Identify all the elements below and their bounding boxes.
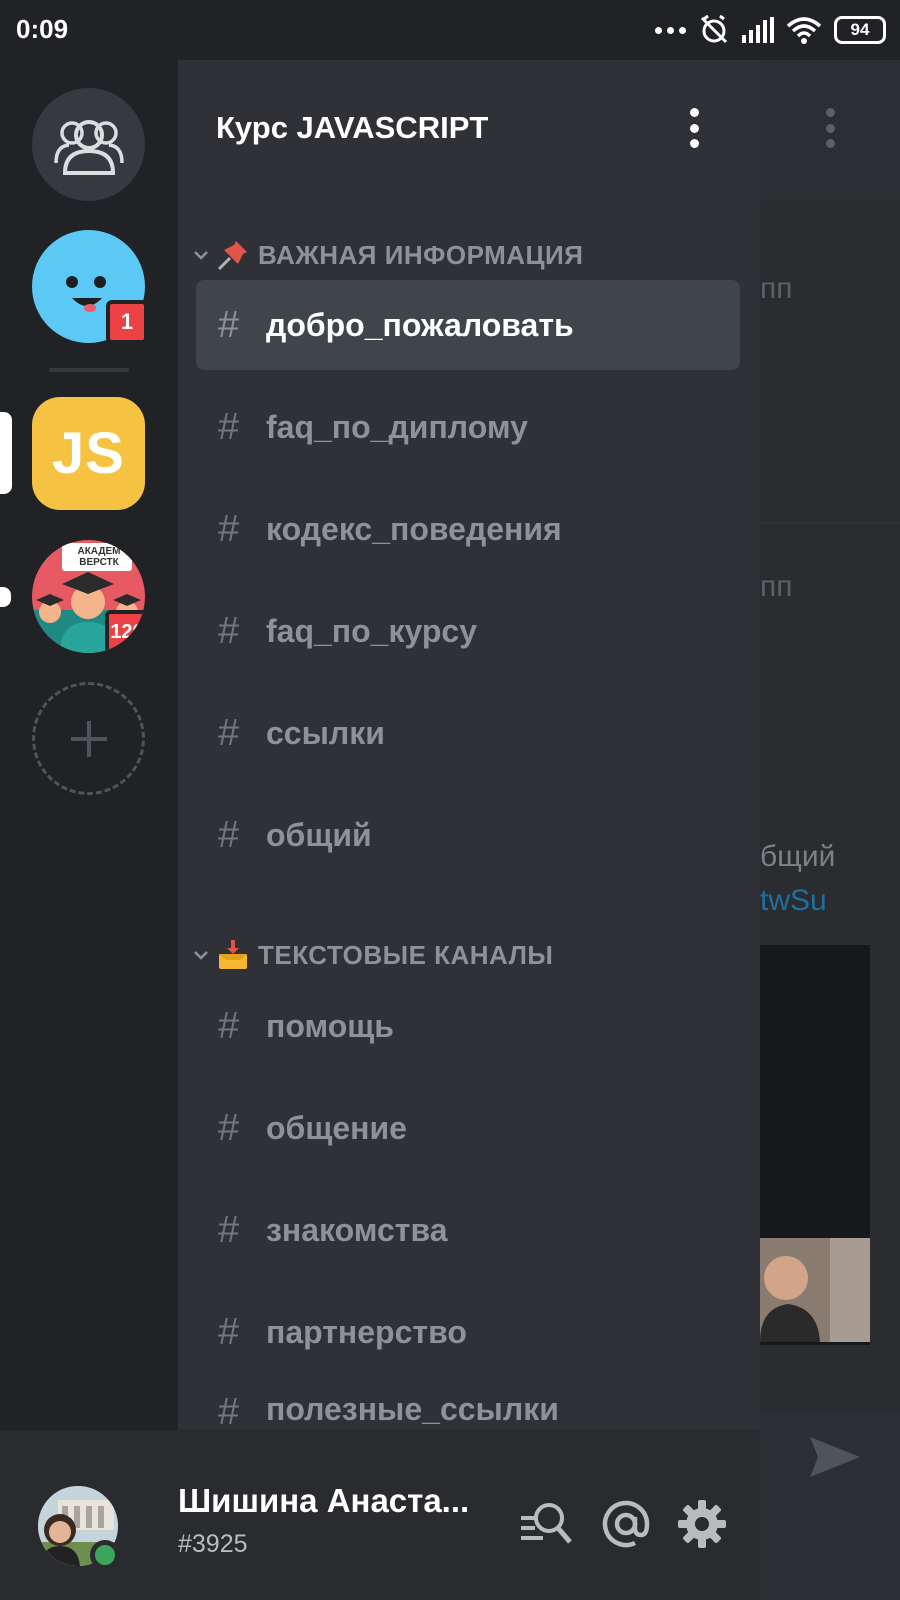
chat-fragment: пп — [760, 570, 793, 603]
channel-item[interactable]: # faq_по_курсу — [196, 586, 740, 676]
channel-name: партнерство — [266, 1313, 467, 1350]
channel-name: общение — [266, 1109, 407, 1146]
server-rail: 1 JS АКАДЕМ ВЕРСТК 120 — [0, 60, 178, 1460]
channel-item[interactable]: # общение — [196, 1083, 740, 1173]
search-icon — [521, 1503, 572, 1544]
rail-separator — [49, 368, 129, 372]
channel-name: faq_по_диплому — [266, 408, 528, 445]
hash-icon: # — [218, 1310, 240, 1353]
guild-menu-icon[interactable] — [684, 108, 704, 148]
selected-server-indicator — [0, 412, 12, 494]
battery-indicator: 94 — [834, 16, 886, 44]
server-js-course[interactable]: JS — [32, 397, 145, 510]
search-button[interactable] — [518, 1496, 574, 1552]
direct-messages-button[interactable] — [32, 88, 145, 201]
at-sign-icon — [602, 1500, 650, 1548]
academy-caption: АКАДЕМ ВЕРСТК — [77, 546, 121, 568]
hash-icon: # — [218, 303, 240, 346]
channel-item[interactable]: # добро_пожаловать — [196, 280, 740, 370]
user-name: Шишина Анаста... — [178, 1482, 470, 1519]
server-academy[interactable]: АКАДЕМ ВЕРСТК 120 — [32, 540, 145, 653]
hash-icon: # — [218, 507, 240, 550]
status-time: 0:09 — [16, 14, 69, 44]
status-bar: 0:09 94 — [0, 0, 900, 60]
channel-name: знакомства — [266, 1211, 448, 1248]
server-bot[interactable]: 1 — [32, 230, 148, 344]
channel-item[interactable]: # общий — [196, 790, 740, 880]
chevron-down-icon — [194, 251, 208, 260]
user-panel: Шишина Анаста... #3925 — [0, 1430, 760, 1600]
chat-webcam-photo[interactable] — [760, 1238, 870, 1342]
channel-name: добро_пожаловать — [266, 306, 574, 343]
send-icon[interactable] — [808, 1435, 862, 1479]
chat-menu-icon[interactable] — [820, 108, 840, 148]
hash-icon: # — [218, 609, 240, 652]
online-status-indicator — [90, 1540, 120, 1570]
chat-link-fragment[interactable]: twSu — [760, 884, 827, 918]
pushpin-icon — [217, 241, 247, 271]
hash-icon: # — [218, 405, 240, 448]
channel-drawer: Курс JAVASCRIPT ВАЖНАЯ ИНФОРМАЦИЯ # добр… — [178, 0, 760, 1433]
channel-name: faq_по_курсу — [266, 612, 477, 649]
channel-item[interactable]: # кодекс_поведения — [196, 484, 740, 574]
gear-icon — [678, 1500, 726, 1548]
chat-header — [760, 60, 900, 200]
category-text-channels[interactable]: ТЕКСТОВЫЕ КАНАЛЫ — [190, 935, 553, 975]
channel-name: ссылки — [266, 714, 385, 751]
channel-name: полезные_ссылки — [266, 1391, 559, 1427]
unread-count-badge: 120 — [105, 610, 145, 653]
category-important-info[interactable]: ВАЖНАЯ ИНФОРМАЦИЯ — [190, 235, 583, 275]
channel-item[interactable]: # партнерство — [196, 1287, 740, 1377]
hash-icon: # — [218, 1106, 240, 1149]
channel-item[interactable]: # faq_по_диплому — [196, 382, 740, 472]
chevron-down-icon — [194, 951, 208, 960]
status-icons: 94 — [655, 14, 886, 46]
add-server-button[interactable] — [32, 682, 145, 795]
category-label: ТЕКСТОВЫЕ КАНАЛЫ — [258, 939, 554, 970]
guild-title[interactable]: Курс JAVASCRIPT — [216, 110, 488, 146]
channel-name: помощь — [266, 1007, 394, 1044]
hash-icon: # — [218, 1391, 240, 1433]
channel-item[interactable]: # помощь — [196, 981, 740, 1071]
friends-icon — [53, 119, 124, 175]
signal-icon — [742, 17, 774, 43]
hash-icon: # — [218, 813, 240, 856]
chat-divider — [760, 522, 900, 524]
server-js-label: JS — [52, 421, 125, 486]
channel-item[interactable]: # ссылки — [196, 688, 740, 778]
channel-name: кодекс_поведения — [266, 510, 562, 547]
mentions-button[interactable] — [598, 1496, 654, 1552]
unread-indicator — [0, 587, 11, 607]
hash-icon: # — [218, 1208, 240, 1251]
mention-badge: 1 — [106, 300, 148, 344]
chat-background: пп пп бщий twSu — [760, 60, 900, 1600]
more-notifications-icon — [655, 26, 686, 34]
wifi-icon — [786, 17, 822, 44]
person-photo-icon — [760, 1238, 870, 1342]
settings-button[interactable] — [674, 1496, 730, 1552]
user-discriminator: #3925 — [178, 1530, 248, 1558]
hash-icon: # — [218, 711, 240, 754]
inbox-tray-icon — [219, 940, 247, 969]
alarm-off-icon — [700, 14, 728, 44]
plus-icon — [70, 720, 107, 757]
chat-fragment: бщий — [760, 840, 836, 873]
channel-name: общий — [266, 816, 372, 853]
category-label: ВАЖНАЯ ИНФОРМАЦИЯ — [258, 239, 584, 270]
hash-icon: # — [218, 1004, 240, 1047]
channel-item[interactable]: # знакомства — [196, 1185, 740, 1275]
chat-fragment: пп — [760, 272, 793, 305]
